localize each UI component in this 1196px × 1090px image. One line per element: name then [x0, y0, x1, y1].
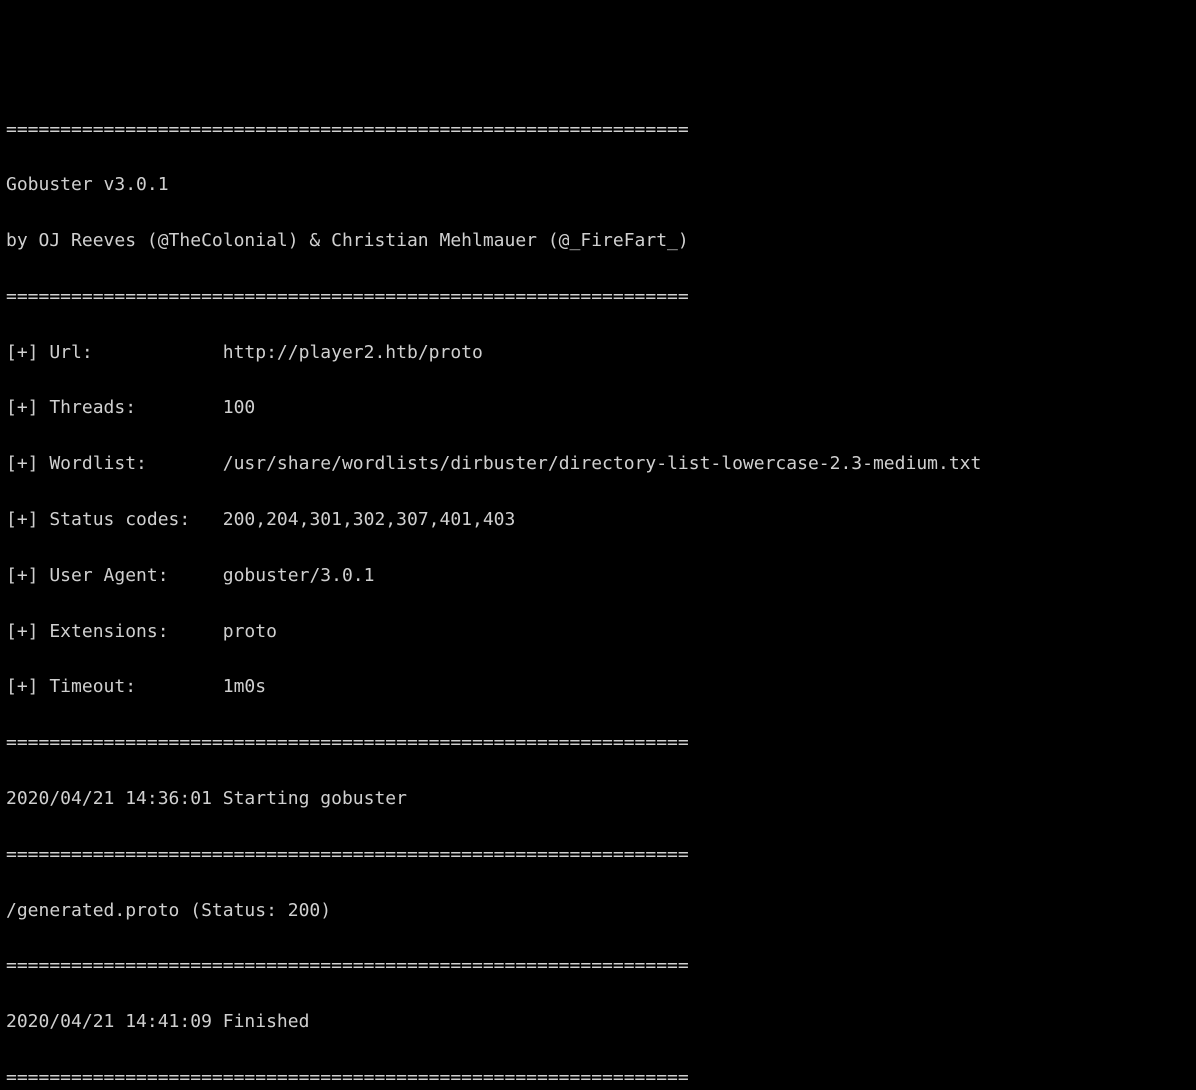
config-label: [+] Threads:	[6, 397, 223, 418]
config-label: [+] Url:	[6, 342, 223, 363]
terminal-output[interactable]: ========================================…	[6, 116, 1190, 1090]
config-url: [+] Url: http://player2.htb/proto	[6, 339, 1190, 367]
config-label: [+] Timeout:	[6, 676, 223, 697]
start-message: 2020/04/21 14:36:01 Starting gobuster	[6, 785, 1190, 813]
config-value: 100	[223, 397, 256, 418]
config-wordlist: [+] Wordlist: /usr/share/wordlists/dirbu…	[6, 450, 1190, 478]
finish-message: 2020/04/21 14:41:09 Finished	[6, 1008, 1190, 1036]
result-line: /generated.proto (Status: 200)	[6, 897, 1190, 925]
header-version: Gobuster v3.0.1	[6, 171, 1190, 199]
divider-line: ========================================…	[6, 116, 1190, 144]
config-label: [+] Extensions:	[6, 621, 223, 642]
config-label: [+] Status codes:	[6, 509, 223, 530]
config-label: [+] Wordlist:	[6, 453, 223, 474]
divider-line: ========================================…	[6, 1064, 1190, 1090]
header-authors: by OJ Reeves (@TheColonial) & Christian …	[6, 227, 1190, 255]
divider-line: ========================================…	[6, 729, 1190, 757]
config-timeout: [+] Timeout: 1m0s	[6, 673, 1190, 701]
config-user-agent: [+] User Agent: gobuster/3.0.1	[6, 562, 1190, 590]
config-value: http://player2.htb/proto	[223, 342, 483, 363]
config-value: 1m0s	[223, 676, 266, 697]
config-extensions: [+] Extensions: proto	[6, 618, 1190, 646]
divider-line: ========================================…	[6, 841, 1190, 869]
divider-line: ========================================…	[6, 952, 1190, 980]
config-value: gobuster/3.0.1	[223, 565, 375, 586]
config-label: [+] User Agent:	[6, 565, 223, 586]
config-threads: [+] Threads: 100	[6, 394, 1190, 422]
config-status-codes: [+] Status codes: 200,204,301,302,307,40…	[6, 506, 1190, 534]
config-value: proto	[223, 621, 277, 642]
config-value: 200,204,301,302,307,401,403	[223, 509, 516, 530]
config-value: /usr/share/wordlists/dirbuster/directory…	[223, 453, 982, 474]
divider-line: ========================================…	[6, 283, 1190, 311]
